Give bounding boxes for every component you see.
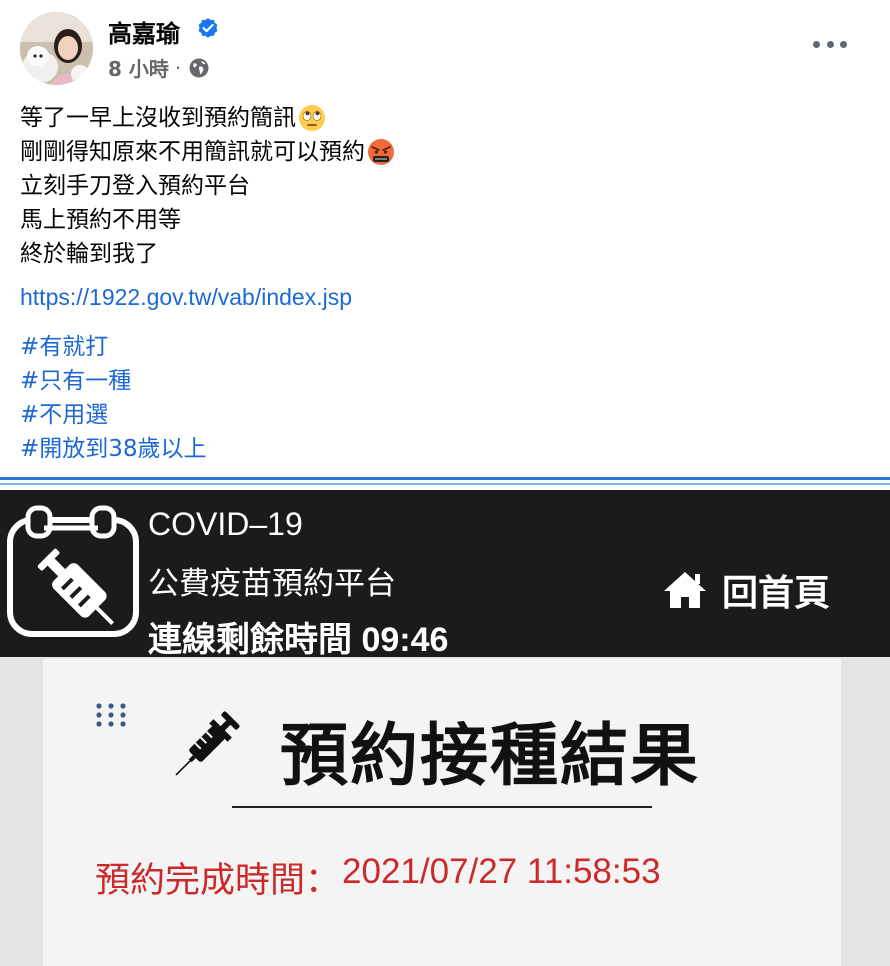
eye-roll-emoji xyxy=(299,105,325,131)
result-title: 預約接種結果 xyxy=(280,717,701,796)
hashtag-list: #有就打 #只有一種 #不用選 #開放到38歲以上 xyxy=(20,330,207,466)
grid-dots-icon[interactable] xyxy=(95,702,127,728)
completion-time: 預約完成時間： 2021/07/27 11:58:53 xyxy=(95,852,661,903)
home-label: 回首頁 xyxy=(722,573,831,614)
post-meta: 8 小時 · xyxy=(108,53,209,82)
meta-separator: · xyxy=(174,55,182,80)
post-line: 剛剛得知原來不用簡訊就可以預約 xyxy=(20,135,395,169)
calendar-syringe-logo-icon xyxy=(7,505,139,637)
banner-line-covid: COVID–19 xyxy=(148,506,303,542)
platform-header-banner: COVID–19 公費疫苗預約平台 連線剩餘時間 09:46 回首頁 xyxy=(0,490,890,659)
author-name[interactable]: 高嘉瑜 xyxy=(108,14,180,49)
post-text: 等了一早上沒收到預約簡訊 剛剛得知原來不用簡訊就可以預約 立刻手刀登入預約平台 … xyxy=(20,101,395,271)
more-options-icon[interactable] xyxy=(813,34,847,54)
hashtag[interactable]: #只有一種 xyxy=(20,364,207,398)
home-icon xyxy=(664,572,706,608)
home-button[interactable]: 回首頁 xyxy=(662,564,830,616)
completion-label: 預約完成時間： xyxy=(95,861,341,901)
globe-icon[interactable] xyxy=(189,58,209,78)
post-line: 馬上預約不用等 xyxy=(20,207,181,233)
hashtag[interactable]: #有就打 xyxy=(20,330,207,364)
post-line: 等了一早上沒收到預約簡訊 xyxy=(20,101,395,135)
post-line-text: 剛剛得知原來不用簡訊就可以預約 xyxy=(20,139,365,165)
image-top-border xyxy=(0,477,890,480)
hashtag[interactable]: #不用選 xyxy=(20,398,207,432)
post-line: 立刻手刀登入預約平台 xyxy=(20,173,250,199)
post-link[interactable]: https://1922.gov.tw/vab/index.jsp xyxy=(20,284,352,311)
completion-value: 2021/07/27 11:58:53 xyxy=(342,852,661,891)
post-time[interactable]: 8 小時 xyxy=(108,53,169,82)
syringe-icon xyxy=(175,711,240,776)
post-line-text: 等了一早上沒收到預約簡訊 xyxy=(20,105,296,131)
post-line: 終於輪到我了 xyxy=(20,241,158,267)
avatar-photo xyxy=(20,12,93,85)
hashtag[interactable]: #開放到38歲以上 xyxy=(20,432,207,466)
angry-emoji xyxy=(368,139,394,165)
verified-badge-icon xyxy=(198,18,218,38)
image-top-border-light xyxy=(0,483,890,485)
title-underline xyxy=(232,806,652,808)
author-avatar[interactable] xyxy=(20,12,93,85)
banner-line-platform: 公費疫苗預約平台 xyxy=(148,566,396,601)
session-timer: 連線剩餘時間 09:46 xyxy=(148,621,449,659)
